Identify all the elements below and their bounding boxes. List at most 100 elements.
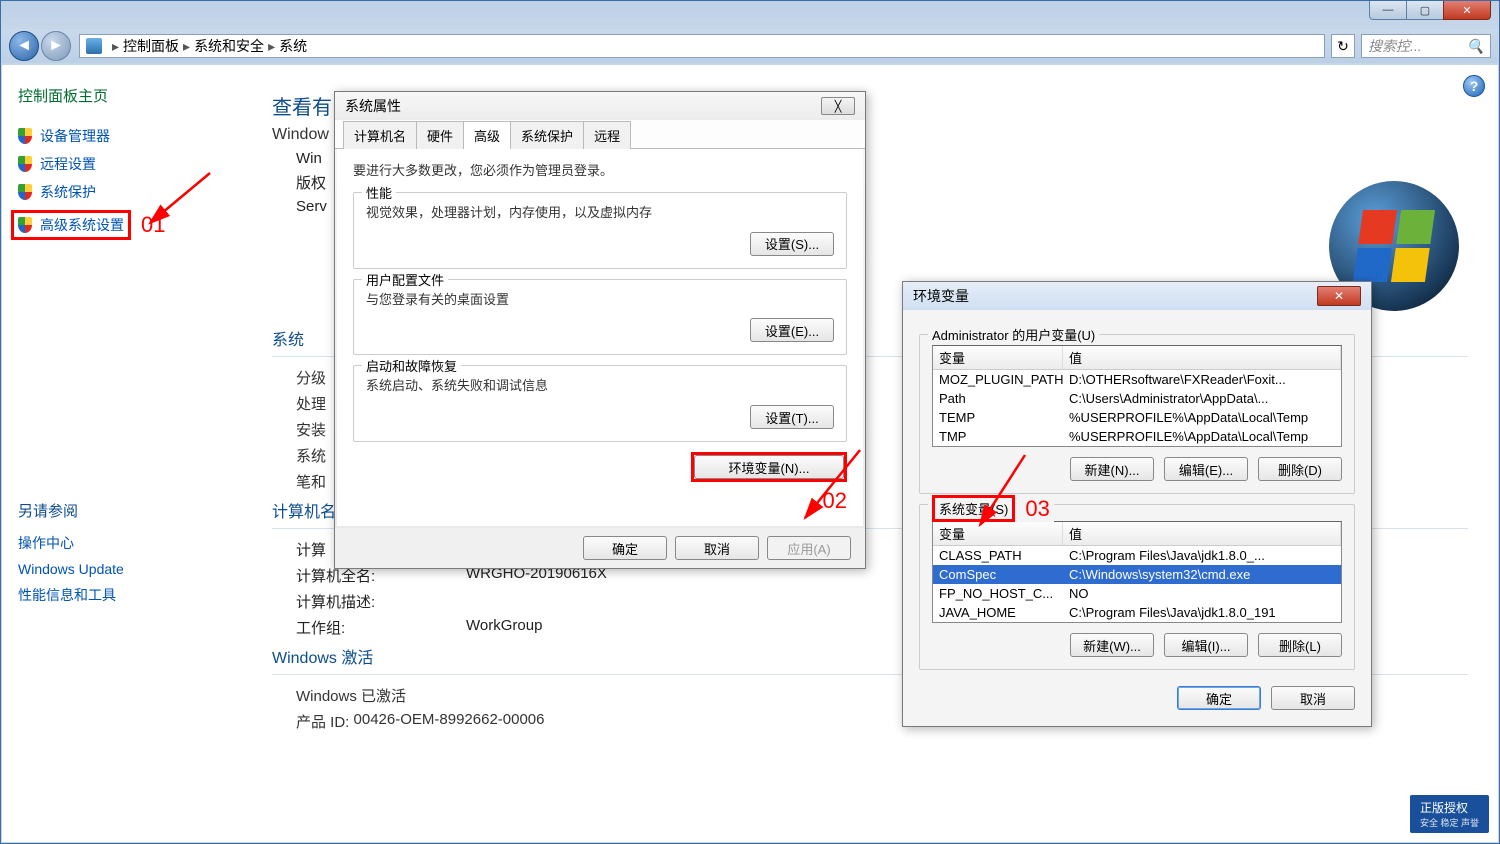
product-id-value: 00426-OEM-8992662-00006 xyxy=(354,711,545,732)
see-also-windows-update[interactable]: Windows Update xyxy=(18,561,226,577)
dialog-close-button[interactable]: ╳ xyxy=(821,97,855,115)
performance-settings-button[interactable]: 设置(S)... xyxy=(750,232,834,256)
cancel-button[interactable]: 取消 xyxy=(1271,686,1355,710)
see-also-section: 另请参阅 操作中心 Windows Update 性能信息和工具 xyxy=(18,500,226,605)
tab-system-protection[interactable]: 系统保护 xyxy=(510,121,584,149)
nav-bar: ◄ ► ▸ 控制面板 ▸ 系统和安全 ▸ 系统 ↻ 搜索控... 🔍 xyxy=(1,29,1499,63)
forward-button[interactable]: ► xyxy=(41,31,71,61)
list-item-selected[interactable]: ComSpecC:\Windows\system32\cmd.exe xyxy=(933,565,1341,584)
tab-remote[interactable]: 远程 xyxy=(583,121,631,149)
group-desc: 与您登录有关的桌面设置 xyxy=(366,290,834,311)
control-panel-home-link[interactable]: 控制面板主页 xyxy=(18,85,226,106)
title-bar: — ▢ ✕ xyxy=(1,1,1499,29)
help-icon[interactable]: ? xyxy=(1463,75,1485,97)
var-name: TMP xyxy=(933,428,1063,445)
annotation-box-02: 环境变量(N)... xyxy=(691,452,847,482)
environment-variables-button[interactable]: 环境变量(N)... xyxy=(694,455,844,479)
dialog-title-bar[interactable]: 系统属性 ╳ xyxy=(335,92,865,120)
cancel-button[interactable]: 取消 xyxy=(675,536,759,560)
system-variables-list[interactable]: 变量 值 CLASS_PATHC:\Program Files\Java\jdk… xyxy=(932,521,1342,623)
breadcrumb[interactable]: ▸ 控制面板 ▸ 系统和安全 ▸ 系统 xyxy=(79,34,1325,58)
sidebar-link-device-manager[interactable]: 设备管理器 xyxy=(18,126,226,146)
profiles-settings-button[interactable]: 设置(E)... xyxy=(750,318,834,342)
sys-new-button[interactable]: 新建(W)... xyxy=(1070,633,1154,657)
shield-icon xyxy=(18,184,32,200)
sidebar-link-label: 高级系统设置 xyxy=(40,215,124,235)
var-name: CLASS_PATH xyxy=(933,547,1063,564)
back-button[interactable]: ◄ xyxy=(9,31,39,61)
list-item[interactable]: JAVA_HOMEC:\Program Files\Java\jdk1.8.0_… xyxy=(933,603,1341,622)
user-new-button[interactable]: 新建(N)... xyxy=(1070,457,1154,481)
sys-delete-button[interactable]: 删除(L) xyxy=(1258,633,1342,657)
ok-button[interactable]: 确定 xyxy=(1177,686,1261,710)
dialog-close-button[interactable]: ✕ xyxy=(1317,286,1361,306)
chevron-right-icon: ▸ xyxy=(112,38,119,55)
maximize-button[interactable]: ▢ xyxy=(1406,1,1444,20)
chevron-right-icon: ▸ xyxy=(268,38,275,55)
header-name[interactable]: 变量 xyxy=(933,346,1063,369)
crumb-system[interactable]: 系统 xyxy=(279,36,307,56)
header-value[interactable]: 值 xyxy=(1063,522,1341,545)
annotation-box-01: 高级系统设置 xyxy=(11,210,131,240)
group-system-variables: 系统变量(S) 03 变量 值 CLASS_PATHC:\Program Fil… xyxy=(919,504,1355,670)
tab-computer-name[interactable]: 计算机名 xyxy=(343,121,417,149)
refresh-button[interactable]: ↻ xyxy=(1331,34,1355,58)
group-desc: 视觉效果，处理器计划，内存使用，以及虚拟内存 xyxy=(366,203,834,224)
search-placeholder: 搜索控... xyxy=(1368,36,1422,56)
genuine-badge: 正版授权 安全 稳定 声誉 xyxy=(1410,795,1489,833)
group-legend: 用户配置文件 xyxy=(362,270,448,289)
sidebar-link-remote-settings[interactable]: 远程设置 xyxy=(18,154,226,174)
see-also-performance-info[interactable]: 性能信息和工具 xyxy=(18,585,226,605)
group-user-profiles: 用户配置文件 与您登录有关的桌面设置 设置(E)... xyxy=(353,279,847,356)
sidebar-link-label: 远程设置 xyxy=(40,154,96,174)
var-name: FP_NO_HOST_C... xyxy=(933,585,1063,602)
group-legend: 启动和故障恢复 xyxy=(362,356,461,375)
var-value: NO xyxy=(1063,585,1341,602)
var-name: ComSpec xyxy=(933,566,1063,583)
group-startup-recovery: 启动和故障恢复 系统启动、系统失败和调试信息 设置(T)... xyxy=(353,365,847,442)
minimize-button[interactable]: — xyxy=(1369,1,1407,20)
crumb-system-security[interactable]: 系统和安全 xyxy=(194,36,264,56)
see-also-action-center[interactable]: 操作中心 xyxy=(18,533,226,553)
list-item[interactable]: TMP%USERPROFILE%\AppData\Local\Temp xyxy=(933,427,1341,446)
group-legend: 性能 xyxy=(362,183,396,202)
computer-icon xyxy=(86,38,102,54)
shield-icon xyxy=(18,156,32,172)
var-value: %USERPROFILE%\AppData\Local\Temp xyxy=(1063,409,1341,426)
close-button[interactable]: ✕ xyxy=(1443,1,1491,20)
list-item[interactable]: PathC:\Users\Administrator\AppData\... xyxy=(933,389,1341,408)
search-input[interactable]: 搜索控... 🔍 xyxy=(1361,34,1491,58)
activation-status: Windows 已激活 xyxy=(296,685,406,706)
user-delete-button[interactable]: 删除(D) xyxy=(1258,457,1342,481)
tab-advanced[interactable]: 高级 xyxy=(463,121,511,149)
var-name: TEMP xyxy=(933,409,1063,426)
memory-label: 安装 xyxy=(296,419,326,440)
header-name[interactable]: 变量 xyxy=(933,522,1063,545)
sidebar-link-system-protection[interactable]: 系统保护 xyxy=(18,182,226,202)
tab-hardware[interactable]: 硬件 xyxy=(416,121,464,149)
list-item[interactable]: FP_NO_HOST_C...NO xyxy=(933,584,1341,603)
computer-description-label: 计算机描述: xyxy=(296,591,466,612)
sidebar-link-advanced-settings[interactable]: 高级系统设置 xyxy=(18,215,124,235)
dialog-title-bar[interactable]: 环境变量 ✕ xyxy=(903,282,1371,310)
system-type-label: 系统 xyxy=(296,445,326,466)
sys-edit-button[interactable]: 编辑(I)... xyxy=(1164,633,1248,657)
user-edit-button[interactable]: 编辑(E)... xyxy=(1164,457,1248,481)
var-value: C:\Program Files\Java\jdk1.8.0_... xyxy=(1063,547,1341,564)
list-item[interactable]: TEMP%USERPROFILE%\AppData\Local\Temp xyxy=(933,408,1341,427)
shield-icon xyxy=(18,128,32,144)
list-item[interactable]: MOZ_PLUGIN_PATHD:\OTHERsoftware\FXReader… xyxy=(933,370,1341,389)
tab-strip: 计算机名 硬件 高级 系统保护 远程 xyxy=(335,120,865,149)
group-performance: 性能 视觉效果，处理器计划，内存使用，以及虚拟内存 设置(S)... xyxy=(353,192,847,269)
user-variables-list[interactable]: 变量 值 MOZ_PLUGIN_PATHD:\OTHERsoftware\FXR… xyxy=(932,345,1342,447)
crumb-control-panel[interactable]: 控制面板 xyxy=(123,36,179,56)
pen-touch-label: 笔和 xyxy=(296,471,326,492)
var-value: %USERPROFILE%\AppData\Local\Temp xyxy=(1063,428,1341,445)
ok-button[interactable]: 确定 xyxy=(583,536,667,560)
var-name: JAVA_HOME xyxy=(933,604,1063,621)
startup-settings-button[interactable]: 设置(T)... xyxy=(750,405,834,429)
header-value[interactable]: 值 xyxy=(1063,346,1341,369)
system-properties-dialog: 系统属性 ╳ 计算机名 硬件 高级 系统保护 远程 要进行大多数更改，您必须作为… xyxy=(334,91,866,569)
workgroup-value: WorkGroup xyxy=(466,617,542,638)
list-item[interactable]: CLASS_PATHC:\Program Files\Java\jdk1.8.0… xyxy=(933,546,1341,565)
